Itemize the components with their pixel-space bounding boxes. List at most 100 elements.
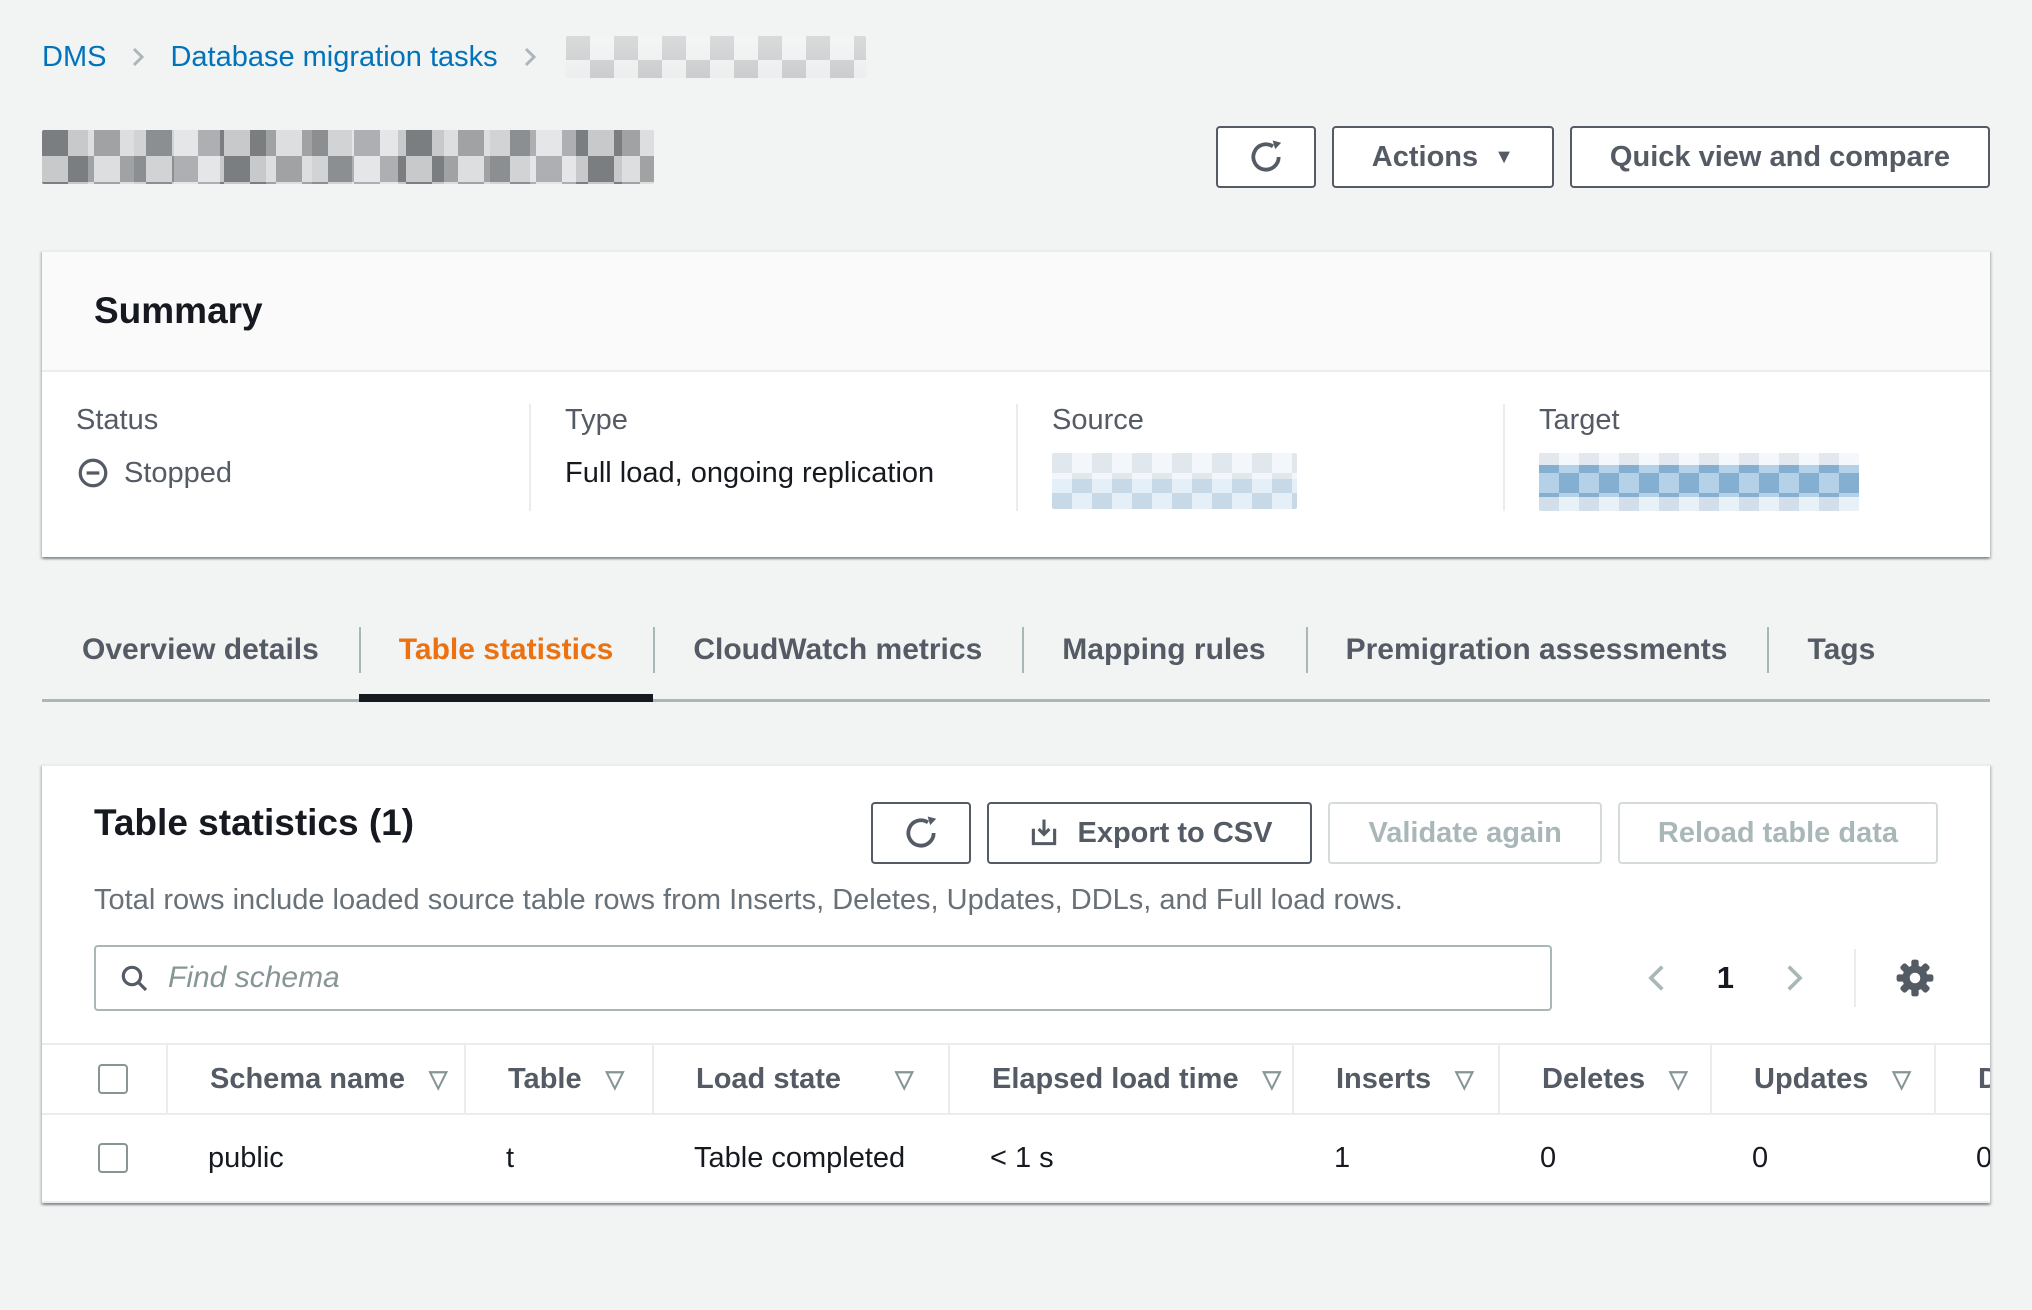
circle-minus-icon (76, 456, 110, 490)
download-icon (1027, 816, 1061, 850)
column-header-ddls[interactable]: D (1934, 1045, 1990, 1113)
export-to-csv-label: Export to CSV (1077, 817, 1272, 850)
actions-button-label: Actions (1372, 141, 1478, 174)
sort-icon: ▽ (1892, 1065, 1910, 1094)
tab-mapping-rules[interactable]: Mapping rules (1022, 619, 1305, 699)
summary-field-type: Type Full load, ongoing replication (529, 404, 1016, 511)
status-value: Stopped (76, 453, 495, 493)
column-header-deletes[interactable]: Deletes ▽ (1498, 1045, 1710, 1113)
tab-cloudwatch-metrics[interactable]: CloudWatch metrics (653, 619, 1022, 699)
target-redacted-link[interactable] (1539, 453, 1859, 511)
table-row: public t Table completed < 1 s 1 0 0 0 (42, 1115, 1990, 1203)
table-statistics-card: Table statistics (1) Export to CSV (42, 764, 1990, 1203)
quick-view-compare-button[interactable]: Quick view and compare (1570, 126, 1990, 188)
summary-card: Summary Status Stopped Type Full load, o… (42, 250, 1990, 557)
chevron-left-icon (1641, 961, 1675, 995)
type-value: Full load, ongoing replication (565, 453, 982, 493)
redacted-page-title (42, 130, 654, 184)
tab-overview-details[interactable]: Overview details (42, 619, 359, 699)
refresh-button[interactable] (1216, 126, 1316, 188)
breadcrumb: DMS Database migration tasks (42, 36, 1990, 78)
page-header: Actions ▼ Quick view and compare (42, 126, 1990, 188)
dms-task-page: DMS Database migration tasks Actions ▼ Q… (0, 36, 2032, 1203)
target-label: Target (1539, 404, 1956, 437)
sort-icon: ▽ (1455, 1065, 1473, 1094)
source-redacted-link[interactable] (1052, 453, 1297, 509)
search-icon (118, 962, 150, 994)
source-value (1052, 453, 1469, 509)
summary-title: Summary (94, 290, 263, 332)
summary-field-target: Target (1503, 404, 1990, 511)
cell-deletes: 0 (1498, 1115, 1710, 1201)
schema-name-header-label: Schema name (210, 1063, 405, 1096)
sort-icon: ▽ (606, 1065, 624, 1094)
table-statistics-header: Table statistics (1) Export to CSV (42, 766, 1990, 917)
sort-icon: ▽ (1263, 1065, 1281, 1094)
table-settings-button[interactable] (1892, 955, 1938, 1001)
find-schema-input[interactable] (168, 961, 1528, 995)
select-all-cell (42, 1045, 166, 1113)
refresh-icon (902, 814, 940, 852)
sort-icon: ▽ (1669, 1065, 1687, 1094)
column-header-table[interactable]: Table ▽ (464, 1045, 652, 1113)
cell-load-state: Table completed (652, 1115, 948, 1201)
table-statistics-table: Schema name ▽ Table ▽ Load state ▽ Elaps… (42, 1043, 1990, 1203)
gear-icon (1892, 955, 1938, 1001)
breadcrumb-redacted-task-name[interactable] (566, 36, 866, 78)
row-select-cell (42, 1115, 166, 1201)
table-refresh-button[interactable] (871, 802, 971, 864)
schema-search-box (94, 945, 1552, 1011)
current-page-number[interactable]: 1 (1717, 960, 1734, 996)
validate-again-button[interactable]: Validate again (1328, 802, 1601, 864)
pager-divider (1854, 949, 1856, 1007)
validate-again-label: Validate again (1368, 817, 1561, 850)
cell-inserts: 1 (1292, 1115, 1498, 1201)
summary-body: Status Stopped Type Full load, ongoing r… (42, 372, 1990, 557)
status-label: Status (76, 404, 495, 437)
cell-elapsed-load-time: < 1 s (948, 1115, 1292, 1201)
breadcrumb-link-tasks[interactable]: Database migration tasks (170, 41, 497, 74)
sort-icon: ▽ (895, 1065, 913, 1094)
chevron-right-icon (518, 45, 542, 69)
chevron-right-icon (1776, 961, 1810, 995)
column-header-schema-name[interactable]: Schema name ▽ (166, 1045, 464, 1113)
refresh-icon (1247, 138, 1285, 176)
previous-page-button[interactable] (1641, 961, 1675, 995)
select-all-checkbox[interactable] (98, 1064, 128, 1094)
target-value (1539, 453, 1956, 511)
updates-header-label: Updates (1754, 1063, 1868, 1096)
load-state-header-label: Load state (696, 1063, 841, 1096)
column-header-elapsed-load-time[interactable]: Elapsed load time ▽ (948, 1045, 1292, 1113)
row-checkbox[interactable] (98, 1143, 128, 1173)
table-header-row: Schema name ▽ Table ▽ Load state ▽ Elaps… (42, 1045, 1990, 1115)
status-text: Stopped (124, 457, 232, 490)
tab-premigration-assessments[interactable]: Premigration assessments (1306, 619, 1768, 699)
table-header-label: Table (508, 1063, 582, 1096)
next-page-button[interactable] (1776, 961, 1810, 995)
tab-tags[interactable]: Tags (1767, 619, 1915, 699)
reload-table-data-button[interactable]: Reload table data (1618, 802, 1938, 864)
pagination: 1 (1641, 949, 1938, 1007)
quick-view-compare-label: Quick view and compare (1610, 141, 1950, 174)
ddls-header-label: D (1978, 1063, 1990, 1096)
breadcrumb-link-dms[interactable]: DMS (42, 41, 106, 74)
tab-table-statistics[interactable]: Table statistics (359, 619, 654, 699)
column-header-updates[interactable]: Updates ▽ (1710, 1045, 1934, 1113)
summary-field-source: Source (1016, 404, 1503, 511)
table-statistics-description: Total rows include loaded source table r… (94, 884, 1938, 917)
cell-ddls: 0 (1934, 1115, 1990, 1201)
reload-table-data-label: Reload table data (1658, 817, 1898, 850)
caret-down-icon: ▼ (1494, 147, 1514, 167)
column-header-inserts[interactable]: Inserts ▽ (1292, 1045, 1498, 1113)
actions-button[interactable]: Actions ▼ (1332, 126, 1554, 188)
table-toolbar: 1 (42, 945, 1990, 1011)
source-label: Source (1052, 404, 1469, 437)
cell-updates: 0 (1710, 1115, 1934, 1201)
export-to-csv-button[interactable]: Export to CSV (987, 802, 1312, 864)
cell-table: t (464, 1115, 652, 1201)
type-label: Type (565, 404, 982, 437)
inserts-header-label: Inserts (1336, 1063, 1431, 1096)
sort-icon: ▽ (429, 1065, 447, 1094)
summary-card-header: Summary (42, 252, 1990, 372)
column-header-load-state[interactable]: Load state ▽ (652, 1045, 948, 1113)
